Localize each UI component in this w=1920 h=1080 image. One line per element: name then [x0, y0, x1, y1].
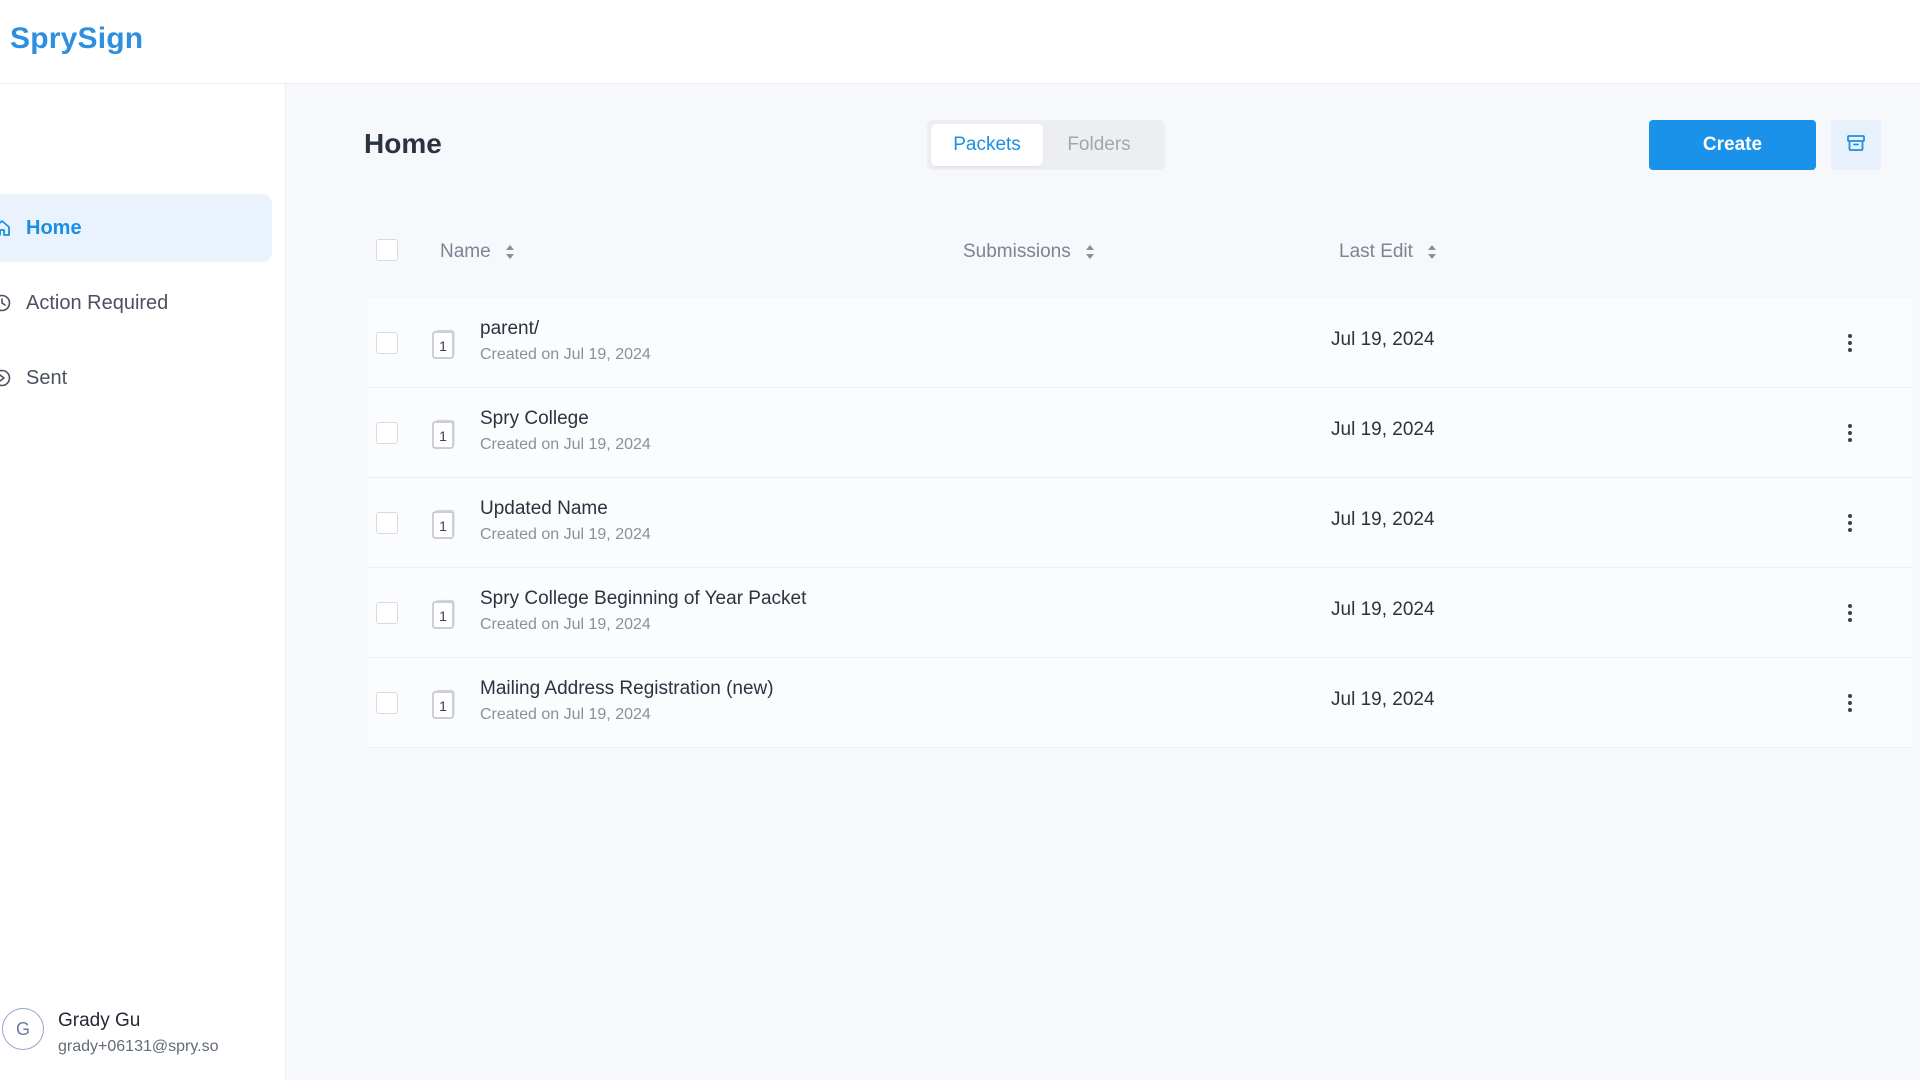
packets-table: 1 parent/ Created on Jul 19, 2024 Jul 19…: [368, 298, 1912, 748]
sidebar-item-label: Home: [26, 216, 82, 239]
row-name[interactable]: Spry College: [480, 408, 589, 430]
sort-icon[interactable]: [505, 244, 515, 260]
tab-packets[interactable]: Packets: [931, 124, 1043, 166]
column-label: Submissions: [963, 241, 1071, 262]
column-label: Last Edit: [1339, 241, 1413, 262]
column-label: Name: [440, 241, 491, 262]
row-created: Created on Jul 19, 2024: [480, 436, 651, 453]
more-options-icon[interactable]: [1838, 505, 1862, 541]
select-all-checkbox[interactable]: [376, 239, 398, 261]
table-header: Name Submissions Last Edit: [368, 225, 1912, 275]
column-last-edit[interactable]: Last Edit: [1339, 241, 1437, 263]
row-last-edit: Jul 19, 2024: [1331, 329, 1435, 350]
clock-icon: [0, 291, 14, 315]
row-created: Created on Jul 19, 2024: [480, 616, 651, 633]
row-created: Created on Jul 19, 2024: [480, 346, 651, 363]
document-icon: 1: [430, 689, 456, 721]
sidebar-item-sent[interactable]: Sent: [0, 344, 272, 412]
document-badge: 1: [439, 428, 447, 444]
document-badge: 1: [439, 338, 447, 354]
table-row[interactable]: 1 Mailing Address Registration (new) Cre…: [368, 658, 1912, 748]
view-toggle: Packets Folders: [927, 120, 1165, 170]
row-name[interactable]: parent/: [480, 318, 539, 340]
row-name[interactable]: Spry College Beginning of Year Packet: [480, 588, 806, 610]
app-logo[interactable]: SprySign: [10, 22, 143, 56]
page-title: Home: [364, 128, 442, 159]
more-options-icon[interactable]: [1838, 415, 1862, 451]
more-options-icon[interactable]: [1838, 325, 1862, 361]
sort-icon[interactable]: [1085, 244, 1095, 260]
document-badge: 1: [439, 608, 447, 624]
document-icon: 1: [430, 509, 456, 541]
sidebar-item-label: Action Required: [26, 291, 169, 314]
send-icon: [0, 366, 14, 390]
document-badge: 1: [439, 698, 447, 714]
row-last-edit: Jul 19, 2024: [1331, 509, 1435, 530]
row-created: Created on Jul 19, 2024: [480, 526, 651, 543]
row-last-edit: Jul 19, 2024: [1331, 419, 1435, 440]
row-name[interactable]: Mailing Address Registration (new): [480, 678, 774, 700]
row-checkbox[interactable]: [376, 602, 398, 624]
row-checkbox[interactable]: [376, 512, 398, 534]
row-checkbox[interactable]: [376, 692, 398, 714]
row-name[interactable]: Updated Name: [480, 498, 608, 520]
sidebar-item-action-required[interactable]: Action Required: [0, 269, 272, 337]
row-created: Created on Jul 19, 2024: [480, 706, 651, 723]
sidebar-item-label: Sent: [26, 366, 68, 389]
row-last-edit: Jul 19, 2024: [1331, 599, 1435, 620]
tab-folders[interactable]: Folders: [1043, 124, 1155, 166]
row-checkbox[interactable]: [376, 332, 398, 354]
sidebar: Home Action Required Sent G Grady Gu gra…: [0, 84, 286, 1080]
more-options-icon[interactable]: [1838, 595, 1862, 631]
more-options-icon[interactable]: [1838, 685, 1862, 721]
table-row[interactable]: 1 parent/ Created on Jul 19, 2024 Jul 19…: [368, 298, 1912, 388]
archive-icon: [1845, 132, 1867, 159]
user-email: grady+06131@spry.so: [58, 1038, 219, 1055]
document-icon: 1: [430, 599, 456, 631]
column-name[interactable]: Name: [440, 241, 515, 263]
document-badge: 1: [439, 518, 447, 534]
document-icon: 1: [430, 419, 456, 451]
top-bar: SprySign: [0, 0, 1920, 84]
user-profile[interactable]: G Grady Gu grady+06131@spry.so: [0, 990, 286, 1080]
table-row[interactable]: 1 Updated Name Created on Jul 19, 2024 J…: [368, 478, 1912, 568]
sort-icon[interactable]: [1427, 244, 1437, 260]
row-checkbox[interactable]: [376, 422, 398, 444]
row-last-edit: Jul 19, 2024: [1331, 689, 1435, 710]
create-button[interactable]: Create: [1649, 120, 1816, 170]
table-row[interactable]: 1 Spry College Created on Jul 19, 2024 J…: [368, 388, 1912, 478]
document-icon: 1: [430, 329, 456, 361]
avatar[interactable]: G: [2, 1008, 44, 1050]
column-submissions[interactable]: Submissions: [963, 241, 1095, 263]
table-row[interactable]: 1 Spry College Beginning of Year Packet …: [368, 568, 1912, 658]
home-icon: [0, 216, 14, 240]
archive-button[interactable]: [1831, 120, 1881, 170]
sidebar-item-home[interactable]: Home: [0, 194, 272, 262]
user-name: Grady Gu: [58, 1010, 141, 1031]
